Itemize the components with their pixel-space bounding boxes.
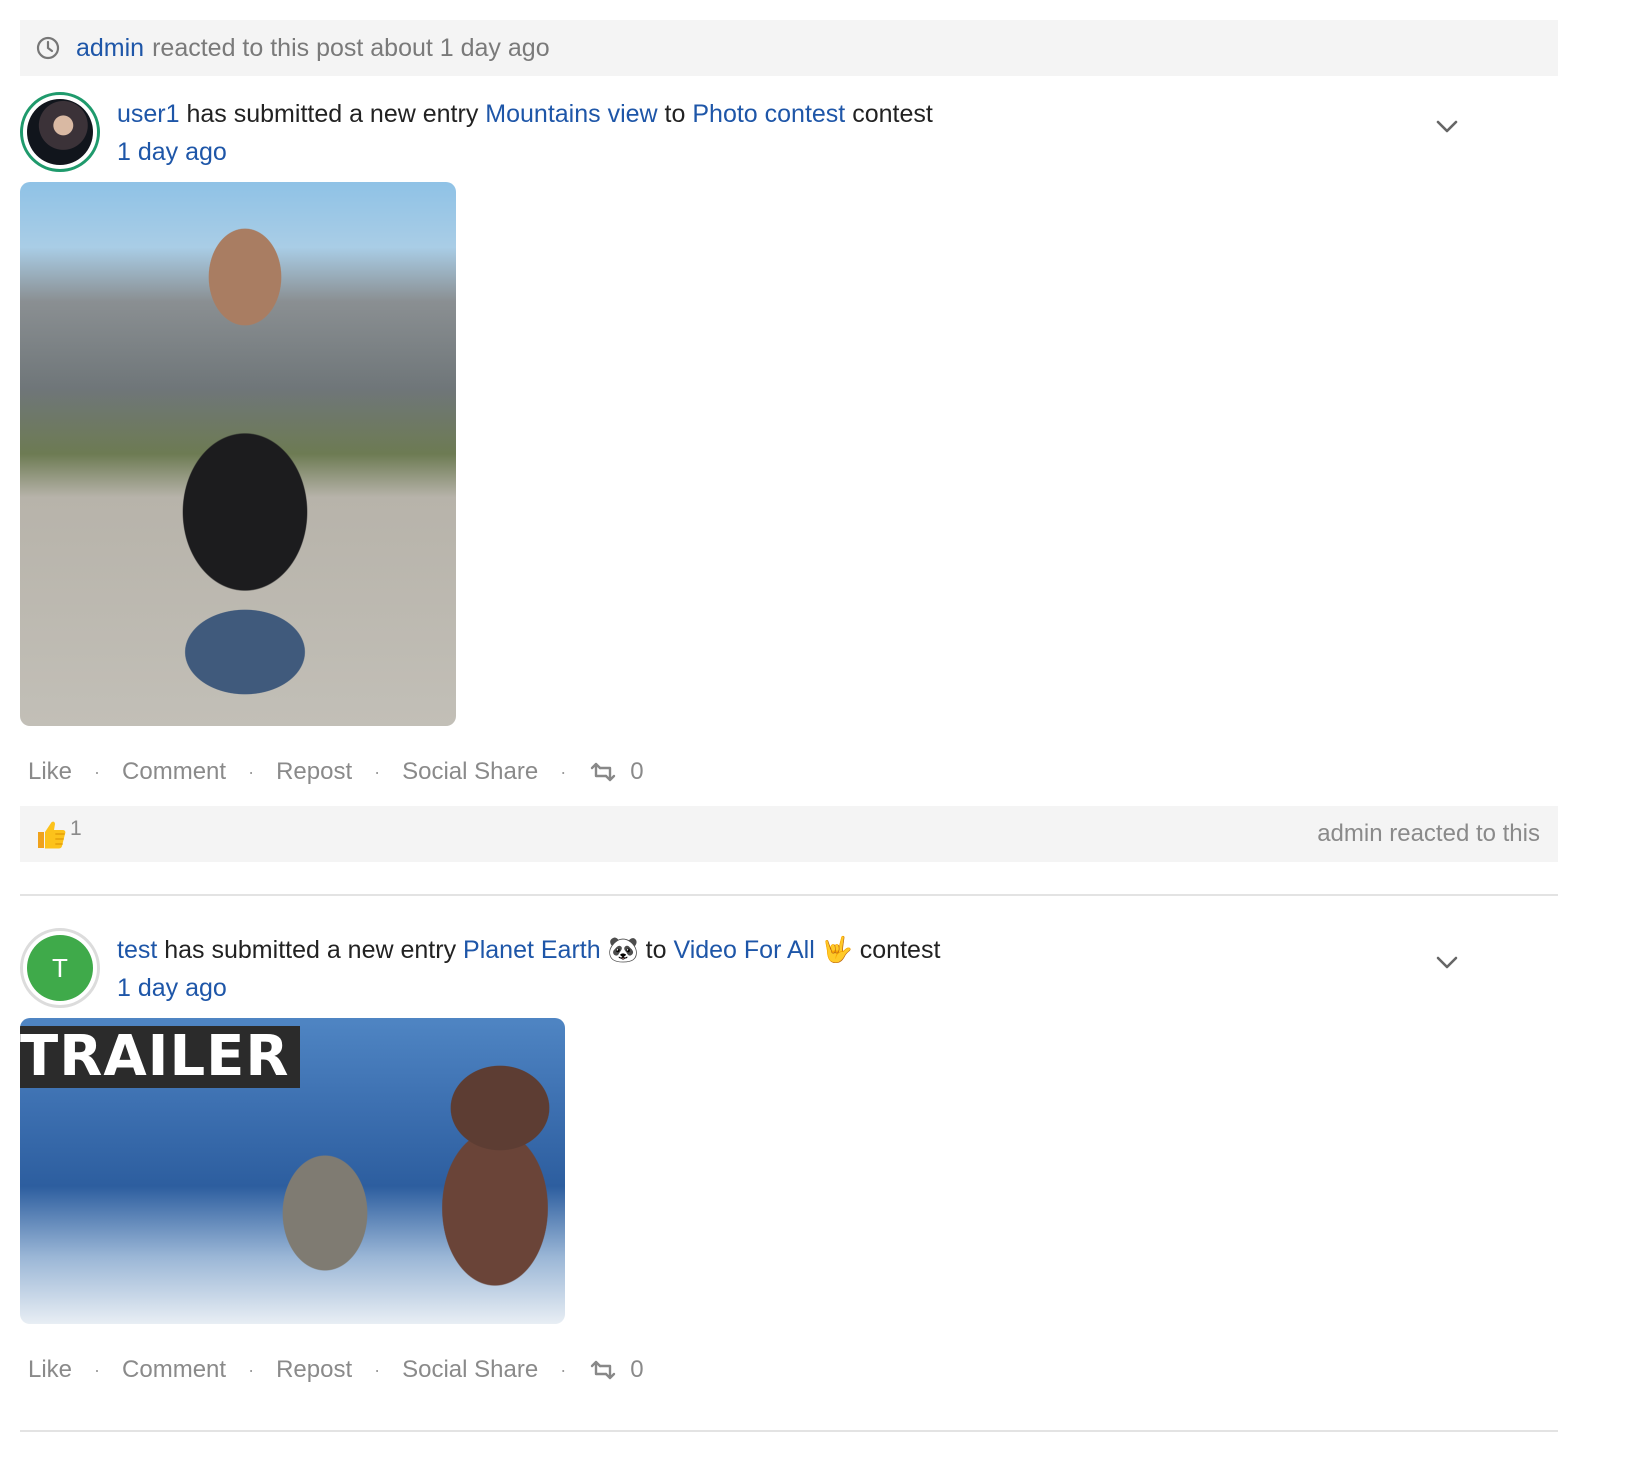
avatar-image bbox=[27, 99, 93, 165]
entry-link[interactable]: Planet Earth 🐼 bbox=[463, 936, 639, 964]
reaction-count: 1 bbox=[70, 817, 82, 840]
headline-verb: has submitted a new entry bbox=[164, 936, 457, 964]
separator-dot: · bbox=[94, 761, 101, 782]
social-share-button[interactable]: Social Share bbox=[402, 758, 538, 786]
avatar[interactable] bbox=[20, 92, 100, 172]
headline-verb: has submitted a new entry bbox=[186, 100, 479, 128]
notice-actor-link[interactable]: admin bbox=[76, 34, 144, 63]
entry-link[interactable]: Mountains view bbox=[485, 100, 657, 128]
separator-dot: · bbox=[374, 1359, 381, 1380]
separator-dot: · bbox=[248, 1359, 255, 1380]
like-button[interactable]: Like bbox=[28, 1356, 72, 1384]
entry-video-thumbnail[interactable]: TRAILER bbox=[20, 1018, 565, 1324]
headline-suffix: contest bbox=[859, 936, 941, 964]
repost-count-value: 0 bbox=[630, 1356, 644, 1383]
post-divider bbox=[20, 894, 1558, 896]
post-divider bbox=[20, 1430, 1558, 1432]
separator-dot: · bbox=[248, 761, 255, 782]
thumbs-up-icon bbox=[38, 821, 66, 849]
clock-icon bbox=[36, 36, 60, 60]
feed-post: T test has submitted a new entry Planet … bbox=[20, 912, 1558, 1432]
activity-feed: admin reacted to this post about 1 day a… bbox=[20, 20, 1558, 1432]
post-timestamp[interactable]: 1 day ago bbox=[117, 136, 227, 168]
author-link[interactable]: test bbox=[117, 936, 157, 964]
contest-link[interactable]: Photo contest bbox=[692, 100, 845, 128]
repost-icon bbox=[590, 762, 616, 782]
comment-button[interactable]: Comment bbox=[122, 1356, 226, 1384]
chevron-down-icon[interactable] bbox=[1432, 950, 1462, 974]
avatar[interactable]: T bbox=[20, 928, 100, 1008]
avatar-letter: T bbox=[27, 935, 93, 1001]
post-timestamp[interactable]: 1 day ago bbox=[117, 972, 227, 1004]
contest-link[interactable]: Video For All 🤟 bbox=[673, 936, 852, 964]
post-headline: user1 has submitted a new entry Mountain… bbox=[117, 98, 933, 130]
entry-photo[interactable] bbox=[20, 182, 456, 726]
chevron-down-icon[interactable] bbox=[1432, 114, 1462, 138]
headline-suffix: contest bbox=[852, 100, 933, 128]
reaction-summary[interactable]: 1 bbox=[34, 817, 82, 851]
notice-text: reacted to this post about 1 day ago bbox=[152, 33, 550, 62]
comment-button[interactable]: Comment bbox=[122, 758, 226, 786]
feed-post: user1 has submitted a new entry Mountain… bbox=[20, 76, 1558, 896]
reactions-bar: 1 admin reacted to this bbox=[20, 806, 1558, 862]
repost-icon bbox=[590, 1360, 616, 1380]
separator-dot: · bbox=[94, 1359, 101, 1380]
repost-button[interactable]: Repost bbox=[276, 1356, 352, 1384]
separator-dot: · bbox=[560, 761, 567, 782]
social-share-button[interactable]: Social Share bbox=[402, 1356, 538, 1384]
author-link[interactable]: user1 bbox=[117, 100, 180, 128]
repost-counter[interactable]: 0 bbox=[588, 758, 644, 786]
trailer-label: TRAILER bbox=[20, 1026, 300, 1088]
headline-to: to bbox=[664, 100, 686, 128]
separator-dot: · bbox=[560, 1359, 567, 1380]
separator-dot: · bbox=[374, 761, 381, 782]
post-actions: Like · Comment · Repost · Social Share ·… bbox=[20, 754, 1558, 790]
like-button[interactable]: Like bbox=[28, 758, 72, 786]
repost-count-value: 0 bbox=[630, 758, 644, 785]
post-header: T test has submitted a new entry Planet … bbox=[20, 912, 1558, 1018]
reaction-notice: admin reacted to this post about 1 day a… bbox=[20, 20, 1558, 76]
headline-to: to bbox=[645, 936, 667, 964]
repost-counter[interactable]: 0 bbox=[588, 1356, 644, 1384]
post-headline: test has submitted a new entry Planet Ea… bbox=[117, 934, 940, 966]
reaction-summary-text[interactable]: admin reacted to this bbox=[1317, 820, 1540, 848]
post-header: user1 has submitted a new entry Mountain… bbox=[20, 76, 1558, 182]
post-actions: Like · Comment · Repost · Social Share ·… bbox=[20, 1352, 1558, 1388]
repost-button[interactable]: Repost bbox=[276, 758, 352, 786]
